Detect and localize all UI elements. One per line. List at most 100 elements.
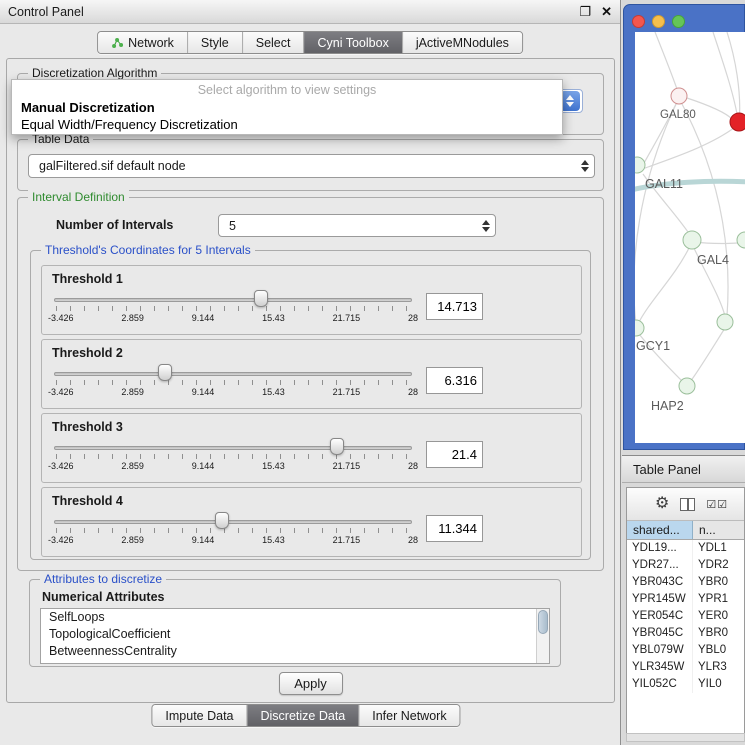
float-window-icon[interactable]: ❐ bbox=[579, 5, 591, 18]
cell[interactable]: YDL1 bbox=[693, 540, 744, 557]
scale-label: 2.859 bbox=[121, 535, 144, 545]
algorithm-placeholder: Select algorithm to view settings bbox=[12, 80, 562, 99]
table-data-select[interactable]: galFiltered.sif default node bbox=[28, 154, 595, 178]
list-item[interactable]: TopologicalCoefficient bbox=[41, 626, 549, 643]
tab-network[interactable]: Network bbox=[98, 32, 187, 53]
mac-zoom-icon[interactable] bbox=[672, 15, 685, 28]
group-title: Threshold's Coordinates for 5 Intervals bbox=[41, 243, 255, 257]
tab-infer-network[interactable]: Infer Network bbox=[358, 705, 459, 726]
tab-jactivemnodules[interactable]: jActiveMNodules bbox=[402, 32, 522, 53]
network-node[interactable] bbox=[737, 232, 745, 248]
tab-discretize-data[interactable]: Discretize Data bbox=[247, 705, 359, 726]
dropdown-option-equal-width-frequency[interactable]: Equal Width/Frequency Discretization bbox=[12, 116, 562, 133]
slider-track[interactable] bbox=[54, 298, 412, 302]
network-node-hap2[interactable] bbox=[679, 378, 695, 394]
threshold-1-slider[interactable]: -3.4262.8599.14415.4321.71528 bbox=[54, 289, 412, 329]
cell[interactable]: YIL0 bbox=[693, 676, 744, 693]
cell[interactable]: YDR27... bbox=[627, 557, 693, 574]
slider-ticks bbox=[56, 454, 410, 459]
network-node-gal4[interactable] bbox=[683, 231, 701, 249]
group-title: Discretization Algorithm bbox=[28, 66, 161, 80]
threshold-4-slider[interactable]: -3.4262.8599.14415.4321.71528 bbox=[54, 511, 412, 551]
columns-icon[interactable] bbox=[680, 498, 695, 511]
scale-label: 28 bbox=[408, 461, 418, 471]
cell[interactable]: YBR0 bbox=[693, 574, 744, 591]
cell[interactable]: YLR345W bbox=[627, 659, 693, 676]
scrollbar-thumb[interactable] bbox=[538, 610, 548, 634]
dropdown-option-manual-discretization[interactable]: Manual Discretization bbox=[12, 99, 562, 116]
cell[interactable]: YBR0 bbox=[693, 625, 744, 642]
cell[interactable]: YLR3 bbox=[693, 659, 744, 676]
table-row[interactable]: YIL052CYIL0 bbox=[627, 676, 744, 693]
cell[interactable]: YPR1 bbox=[693, 591, 744, 608]
network-canvas[interactable]: GAL80 GAL11 GAL4 GCY1 HAP2 bbox=[635, 32, 745, 443]
cell[interactable]: YPR145W bbox=[627, 591, 693, 608]
attributes-group: Attributes to discretize Numerical Attri… bbox=[29, 579, 561, 667]
threshold-1-value-input[interactable] bbox=[426, 293, 483, 320]
control-panel-titlebar: Control Panel ❐ ✕ bbox=[0, 0, 620, 24]
gear-icon[interactable]: ⚙ bbox=[655, 496, 669, 512]
cell[interactable]: YDL19... bbox=[627, 540, 693, 557]
scale-label: 9.144 bbox=[192, 461, 215, 471]
slider-track[interactable] bbox=[54, 446, 412, 450]
combo-stepper-icon bbox=[576, 155, 594, 177]
slider-thumb[interactable] bbox=[254, 290, 268, 307]
network-node-red[interactable] bbox=[730, 113, 745, 131]
slider-thumb[interactable] bbox=[330, 438, 344, 455]
numerical-attributes-list[interactable]: SelfLoops TopologicalCoefficient Between… bbox=[40, 608, 550, 664]
cell[interactable]: YBL079W bbox=[627, 642, 693, 659]
threshold-3-slider[interactable]: -3.4262.8599.14415.4321.71528 bbox=[54, 437, 412, 477]
table-row[interactable]: YDR27...YDR2 bbox=[627, 557, 744, 574]
table-toolbar: ⚙ ☑☑ bbox=[627, 488, 744, 521]
slider-track[interactable] bbox=[54, 372, 412, 376]
threshold-3-value-input[interactable] bbox=[426, 441, 483, 468]
column-header-shared-name[interactable]: shared... bbox=[627, 521, 693, 539]
select-all-icon[interactable]: ☑☑ bbox=[706, 498, 728, 511]
close-icon[interactable]: ✕ bbox=[601, 5, 612, 18]
mac-minimize-icon[interactable] bbox=[652, 15, 665, 28]
threshold-label: Threshold 4 bbox=[52, 494, 571, 508]
tab-select[interactable]: Select bbox=[242, 32, 304, 53]
table-row[interactable]: YBL079WYBL0 bbox=[627, 642, 744, 659]
table-row[interactable]: YER054CYER0 bbox=[627, 608, 744, 625]
network-node-gal11[interactable] bbox=[635, 157, 645, 173]
apply-button[interactable]: Apply bbox=[279, 672, 343, 695]
network-node-gcy1[interactable] bbox=[635, 320, 644, 336]
list-item[interactable]: BetweennessCentrality bbox=[41, 643, 549, 660]
table-row[interactable]: YBR043CYBR0 bbox=[627, 574, 744, 591]
cell[interactable]: YER054C bbox=[627, 608, 693, 625]
network-node[interactable] bbox=[717, 314, 733, 330]
list-scrollbar[interactable] bbox=[536, 609, 549, 663]
slider-track[interactable] bbox=[54, 520, 412, 524]
cell[interactable]: YBR043C bbox=[627, 574, 693, 591]
list-item[interactable]: SelfLoops bbox=[41, 609, 549, 626]
network-node-gal80[interactable] bbox=[671, 88, 687, 104]
table-row[interactable]: YDL19...YDL1 bbox=[627, 540, 744, 557]
cell[interactable]: YBL0 bbox=[693, 642, 744, 659]
slider-thumb[interactable] bbox=[158, 364, 172, 381]
num-intervals-select[interactable]: 5 bbox=[218, 214, 496, 237]
tab-impute-data[interactable]: Impute Data bbox=[152, 705, 246, 726]
threshold-4-value-input[interactable] bbox=[426, 515, 483, 542]
table-row[interactable]: YBR045CYBR0 bbox=[627, 625, 744, 642]
scale-label: -3.426 bbox=[48, 461, 74, 471]
table-row[interactable]: YLR345WYLR3 bbox=[627, 659, 744, 676]
mac-close-icon[interactable] bbox=[632, 15, 645, 28]
cell[interactable]: YBR045C bbox=[627, 625, 693, 642]
threshold-2-slider[interactable]: -3.4262.8599.14415.4321.71528 bbox=[54, 363, 412, 403]
tab-style[interactable]: Style bbox=[187, 32, 242, 53]
cell[interactable]: YER0 bbox=[693, 608, 744, 625]
cell[interactable]: YDR2 bbox=[693, 557, 744, 574]
slider-ticks bbox=[56, 528, 410, 533]
table-data-group: Table Data galFiltered.sif default node bbox=[17, 139, 604, 191]
table-panel-title: Table Panel bbox=[633, 462, 701, 477]
table-row[interactable]: YPR145WYPR1 bbox=[627, 591, 744, 608]
tab-cyni-toolbox[interactable]: Cyni Toolbox bbox=[303, 32, 401, 53]
cell[interactable]: YIL052C bbox=[627, 676, 693, 693]
table-horizontal-scrollbar[interactable] bbox=[626, 733, 745, 742]
tab-label: Impute Data bbox=[165, 709, 233, 723]
column-header-name[interactable]: n... bbox=[693, 521, 744, 539]
slider-thumb[interactable] bbox=[215, 512, 229, 529]
table-panel-header: Table Panel bbox=[622, 455, 745, 483]
threshold-2-value-input[interactable] bbox=[426, 367, 483, 394]
